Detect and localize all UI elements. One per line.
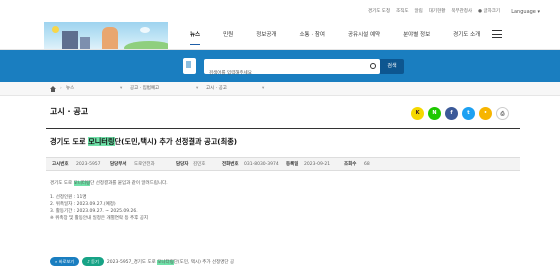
utility-link-status[interactable]: 대기현황: [429, 6, 446, 18]
chevron-down-icon: ▾: [196, 86, 199, 91]
body-intro-post: 단 선정결과를 붙임과 같이 알려드립니다.: [90, 181, 168, 186]
search-box: [204, 59, 380, 81]
utility-bar: 경기도 도청 조직도 알림 대기현황 북부관청사 ● 글자크기 Language…: [0, 6, 560, 18]
body-item: 1. 선정인원 : 11명: [50, 195, 87, 200]
post-title-highlight: 모니터링: [88, 137, 115, 146]
menu-civil[interactable]: 민원: [223, 20, 233, 50]
gear-icon: ●: [478, 9, 482, 14]
chevron-down-icon: ▾: [120, 86, 123, 91]
breadcrumb-current[interactable]: 고시 · 공고: [206, 82, 227, 96]
meta-no: 2023-5957: [76, 162, 101, 167]
utility-links: 경기도 도청 조직도 알림 대기현황 북부관청사 ● 글자크기: [368, 6, 500, 18]
naver-icon[interactable]: N: [428, 107, 441, 120]
utility-link-notice[interactable]: 알림: [415, 6, 423, 18]
preview-button[interactable]: ⌕ 바로보기: [50, 257, 80, 266]
menu-news[interactable]: 뉴스: [190, 20, 201, 50]
post-title: 경기도 도로 모니터링단(도민,택시) 추가 선정결과 공고(최종): [50, 137, 237, 147]
listen-button[interactable]: ♪ 듣기: [82, 257, 104, 266]
menu-reservation[interactable]: 공유시설 예약: [348, 20, 380, 50]
meta-person-label: 담당자: [176, 162, 189, 167]
body-item: 3. 활동기간 : 2023.09.27. ~ 2025.09.26.: [50, 209, 138, 214]
page-title: 고시 · 공고: [50, 107, 89, 116]
filename-pre: 2023-5957_경기도 도로: [106, 259, 158, 265]
chevron-right-icon: ›: [60, 86, 62, 91]
divider: [46, 128, 520, 129]
preview-label: 바로보기: [58, 259, 75, 264]
search-input[interactable]: [204, 66, 364, 81]
post-body: 경기도 도로 모니터링단 선정결과를 붙임과 같이 알려드립니다. 1. 선정인…: [50, 180, 168, 222]
breadcrumb: › 뉴스 ▾ 공고 · 입법예고 ▾ 고시 · 공고 ▾: [0, 82, 560, 96]
listen-label: 듣기: [91, 259, 99, 264]
menu-about[interactable]: 경기도 소개: [453, 20, 480, 50]
meta-dept: 도로안전과: [134, 162, 155, 167]
menu-participation[interactable]: 소통 · 참여: [300, 20, 326, 50]
meta-phone: 031-8030-3974: [244, 162, 279, 167]
filename-highlight: 모니터링: [157, 259, 174, 265]
document-search-icon: [183, 58, 196, 74]
print-icon[interactable]: ⎙: [496, 107, 509, 120]
global-nav: 뉴스 민원 정보공개 소통 · 참여 공유시설 예약 분야별 정보 경기도 소개: [0, 20, 560, 50]
meta-date: 2023-09-21: [304, 162, 331, 167]
filename-post: 단(도민, 택시) 추가 선정명단 공: [173, 259, 235, 265]
body-item: 2. 위촉일자 : 2023.09.27.(예정): [50, 202, 116, 207]
site-logo-banner[interactable]: [44, 22, 168, 49]
body-intro-highlight: 모니터링: [73, 181, 91, 186]
attachment-row: ⌕ 바로보기 ♪ 듣기 2023-5957_경기도 도로 모니터링단(도민, 택…: [50, 257, 234, 266]
menu-field-info[interactable]: 분야별 정보: [403, 20, 430, 50]
body-intro: 경기도 도로 모니터링단 선정결과를 붙임과 같이 알려드립니다.: [50, 180, 168, 187]
utility-link-fontsize[interactable]: ● 글자크기: [478, 6, 500, 18]
fontsize-label: 글자크기: [483, 9, 500, 14]
home-icon[interactable]: [50, 86, 56, 92]
hill-graphic: [124, 41, 168, 49]
kakao-icon[interactable]: K: [411, 107, 424, 120]
building-graphic: [62, 31, 78, 49]
meta-phone-label: 전화번호: [222, 162, 239, 167]
meta-no-label: 고시번호: [52, 162, 69, 167]
person-graphic: [102, 27, 118, 49]
search-icon: ⌕: [55, 259, 58, 264]
attachment-filename[interactable]: 2023-5957_경기도 도로 모니터링단(도민, 택시) 추가 선정명단 공: [107, 259, 234, 265]
post-title-pre: 경기도 도로: [50, 137, 89, 146]
chevron-down-icon: ▾: [537, 9, 540, 15]
post-title-post: 단(도민,택시) 추가 선정결과 공고(최종): [114, 137, 238, 146]
building-graphic-small: [80, 37, 90, 49]
breadcrumb-news[interactable]: 뉴스: [66, 82, 74, 96]
utility-link-gov[interactable]: 경기도 도청: [368, 6, 390, 18]
menu-disclosure[interactable]: 정보공개: [256, 20, 276, 50]
chevron-down-icon: ▾: [262, 86, 265, 91]
share-icon[interactable]: •: [479, 107, 492, 120]
meta-person: 김민호: [193, 162, 206, 167]
facebook-icon[interactable]: f: [445, 107, 458, 120]
post-meta: 고시번호 2023-5957 담당부서 도로안전과 담당자 김민호 전화번호 0…: [46, 157, 520, 171]
main-menu: 뉴스 민원 정보공개 소통 · 참여 공유시설 예약 분야별 정보 경기도 소개: [190, 20, 503, 50]
sun-graphic: [52, 26, 59, 33]
search-band: 검색: [0, 50, 560, 82]
share-bar: K N f t • ⎙: [411, 107, 509, 120]
language-select[interactable]: Language ▾: [511, 6, 540, 18]
twitter-icon[interactable]: t: [462, 107, 475, 120]
meta-views: 68: [364, 162, 370, 167]
search-icon[interactable]: [370, 63, 376, 69]
body-intro-pre: 경기도 도로: [50, 181, 74, 186]
utility-link-org[interactable]: 조직도: [396, 6, 408, 18]
language-label: Language: [511, 9, 536, 15]
utility-link-north[interactable]: 북부관청사: [451, 6, 472, 18]
hamburger-menu-icon[interactable]: [492, 30, 502, 38]
body-item: ※ 위촉장 및 활동안내 일정은 개별연락 등 추후 공지: [50, 216, 149, 221]
meta-dept-label: 담당부서: [110, 162, 127, 167]
search-button[interactable]: 검색: [380, 59, 404, 74]
meta-views-label: 조회수: [344, 162, 357, 167]
meta-date-label: 등록일: [286, 162, 299, 167]
speaker-icon: ♪: [87, 259, 90, 264]
cloud-graphic: [140, 27, 150, 33]
breadcrumb-notice[interactable]: 공고 · 입법예고: [130, 82, 159, 96]
